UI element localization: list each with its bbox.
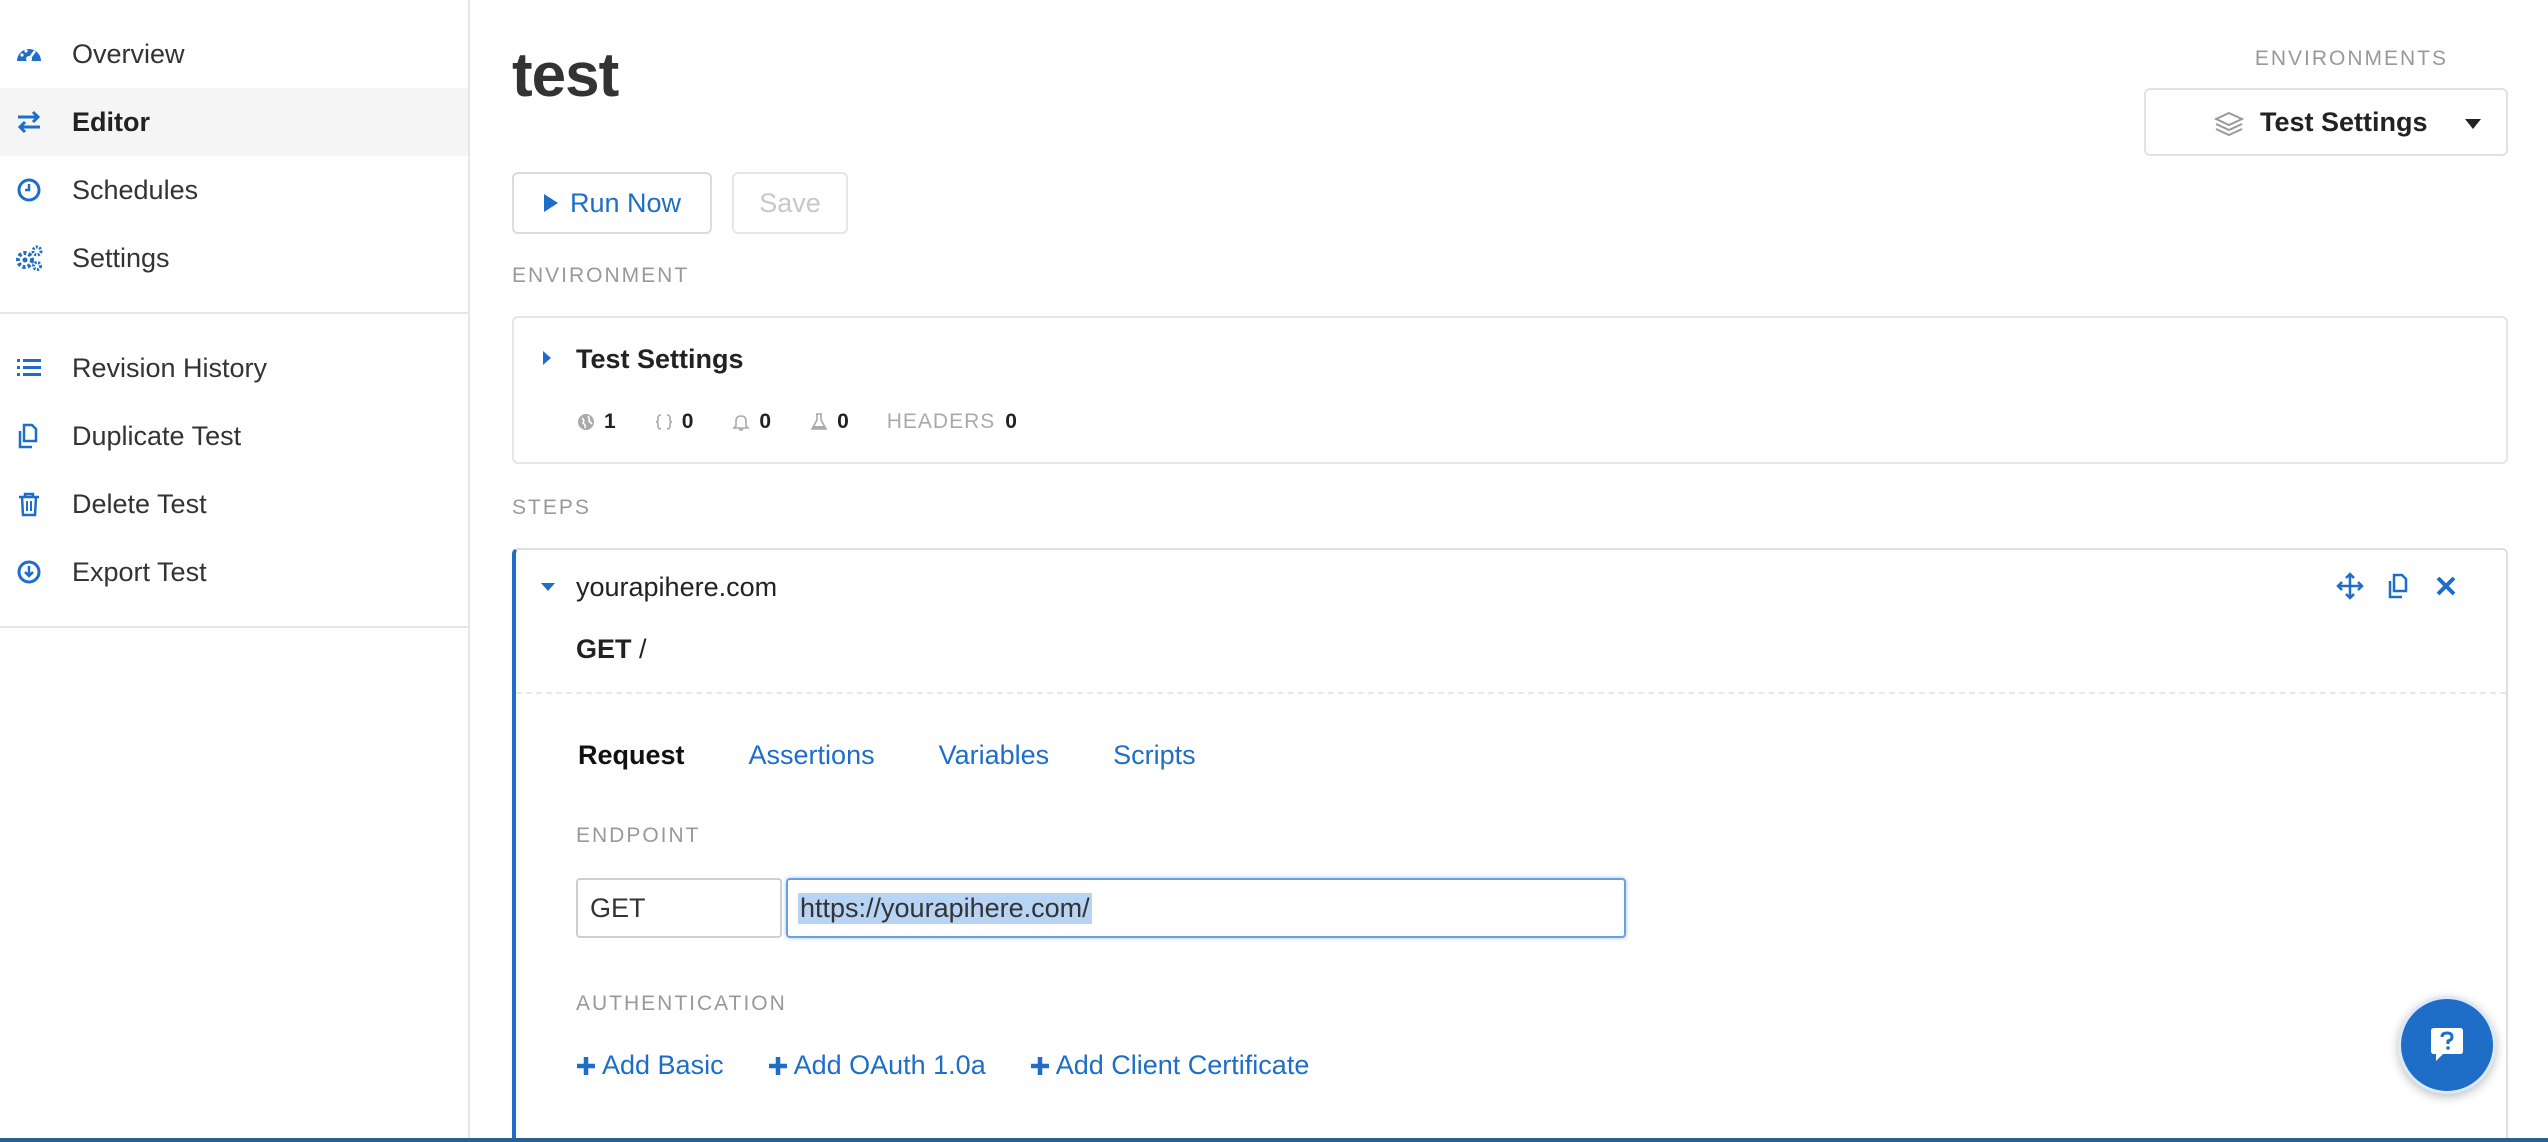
add-basic-link[interactable]: Add Basic (576, 1050, 724, 1081)
window-bottom-edge (0, 1138, 2548, 1142)
step-actions (2316, 572, 2460, 600)
sidebar-item-settings[interactable]: Settings (0, 224, 468, 292)
method-input[interactable] (576, 878, 782, 938)
close-icon[interactable] (2432, 572, 2460, 600)
step-host[interactable]: yourapihere.com (576, 572, 777, 603)
authentication-label: AUTHENTICATION (576, 992, 787, 1015)
add-basic-label: Add Basic (602, 1050, 724, 1080)
caret-right-icon[interactable] (542, 350, 552, 366)
braces-icon (654, 412, 674, 432)
list-icon (14, 353, 44, 383)
add-oauth-label: Add OAuth 1.0a (793, 1050, 986, 1080)
environment-select[interactable]: Test Settings (2144, 88, 2508, 156)
caret-down-icon[interactable] (540, 582, 556, 592)
environments-label: ENVIRONMENTS (2254, 47, 2448, 70)
run-now-button[interactable]: Run Now (512, 172, 712, 234)
globe-icon (576, 412, 596, 432)
copy-icon[interactable] (2384, 572, 2412, 600)
stat-notifications-count: 0 (759, 410, 772, 433)
add-client-certificate-label: Add Client Certificate (1055, 1050, 1310, 1080)
sidebar-item-overview[interactable]: Overview (0, 20, 468, 88)
stat-headers-label: HEADERS (886, 410, 996, 433)
endpoint-label: ENDPOINT (576, 824, 701, 847)
environment-panel: Test Settings 1 0 0 0 HEADERS 0 (512, 316, 2508, 464)
sidebar-item-label: Schedules (72, 174, 199, 205)
sidebar-item-duplicate-test[interactable]: Duplicate Test (0, 402, 468, 470)
sidebar-divider (0, 312, 468, 314)
sidebar-item-editor[interactable]: Editor (0, 88, 468, 156)
sidebar-item-label: Settings (72, 242, 170, 273)
stat-tests-count: 0 (837, 410, 849, 433)
environment-select-value: Test Settings (2260, 106, 2428, 137)
url-input-selected-text: https://yourapihere.com/ (798, 892, 1092, 924)
environment-section-label: ENVIRONMENT (512, 264, 690, 287)
stat-headers-count: 0 (1005, 410, 1017, 433)
download-icon (14, 557, 44, 587)
sidebar-primary-nav: Overview Editor Schedules Settings (0, 0, 468, 292)
sidebar-item-label: Export Test (72, 556, 207, 587)
tab-scripts[interactable]: Scripts (1113, 740, 1196, 771)
gears-icon (14, 243, 44, 273)
sidebar-item-label: Duplicate Test (72, 420, 242, 451)
arrows-exchange-icon (14, 107, 44, 137)
help-chat-button[interactable] (2398, 996, 2496, 1094)
step-tabs: Request Assertions Variables Scripts (578, 740, 1260, 771)
stat-globals-count: 1 (604, 410, 616, 433)
run-now-label: Run Now (570, 187, 682, 218)
sidebar-item-schedules[interactable]: Schedules (0, 156, 468, 224)
sidebar-item-export-test[interactable]: Export Test (0, 538, 468, 606)
step-card: yourapihere.com GET / Request Assertions… (512, 548, 2508, 1142)
tab-variables[interactable]: Variables (939, 740, 1050, 771)
sidebar-item-delete-test[interactable]: Delete Test (0, 470, 468, 538)
page-title: test (512, 41, 619, 110)
url-input[interactable]: https://yourapihere.com/ (786, 878, 1626, 938)
stat-globals: 1 (576, 410, 616, 434)
question-bubble-icon (2427, 1025, 2467, 1065)
step-method: GET (576, 634, 632, 664)
sidebar-item-revision-history[interactable]: Revision History (0, 334, 468, 402)
tab-assertions[interactable]: Assertions (749, 740, 875, 771)
stat-notifications: 0 (731, 410, 771, 434)
play-icon (542, 192, 560, 214)
flask-icon (809, 412, 829, 432)
caret-down-icon (2464, 118, 2482, 130)
sidebar: Overview Editor Schedules Settings Revis… (0, 0, 470, 1142)
sidebar-divider (0, 626, 468, 628)
trash-icon (14, 489, 44, 519)
authentication-links: Add Basic Add OAuth 1.0a Add Client Cert… (576, 1050, 1353, 1081)
copy-icon (14, 421, 44, 451)
dashboard-icon (14, 39, 44, 69)
add-oauth-link[interactable]: Add OAuth 1.0a (768, 1050, 986, 1081)
step-method-path: GET / (576, 634, 647, 665)
plus-icon (576, 1056, 596, 1076)
clock-icon (14, 175, 44, 205)
main-content: test ENVIRONMENTS Test Settings Run Now … (472, 0, 2548, 1142)
save-button[interactable]: Save (732, 172, 848, 234)
steps-section-label: STEPS (512, 496, 591, 519)
tab-request[interactable]: Request (578, 740, 685, 771)
move-icon[interactable] (2336, 572, 2364, 600)
step-divider (516, 692, 2506, 694)
bell-icon (731, 412, 751, 432)
step-path: / (639, 634, 647, 664)
sidebar-item-label: Revision History (72, 352, 268, 383)
environment-name[interactable]: Test Settings (576, 344, 744, 375)
sidebar-item-label: Editor (72, 106, 150, 137)
environment-stats: 1 0 0 0 HEADERS 0 (576, 410, 1055, 434)
stat-tests: 0 (809, 410, 849, 434)
stat-headers: HEADERS 0 (887, 410, 1017, 434)
sidebar-secondary-nav: Revision History Duplicate Test Delete T… (0, 334, 468, 606)
add-client-certificate-link[interactable]: Add Client Certificate (1030, 1050, 1310, 1081)
stat-variables: 0 (654, 410, 694, 434)
sidebar-item-label: Overview (72, 38, 185, 69)
sidebar-item-label: Delete Test (72, 488, 207, 519)
stat-variables-count: 0 (681, 410, 694, 433)
layers-icon (2214, 111, 2244, 137)
plus-icon (1030, 1056, 1050, 1076)
plus-icon (768, 1056, 788, 1076)
